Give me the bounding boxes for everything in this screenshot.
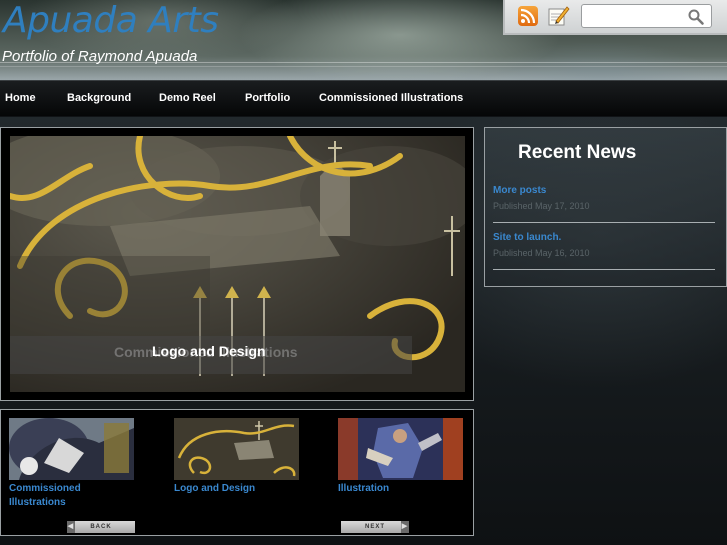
site-header: Apuada Arts Portfolio of Raymond Apuada	[0, 0, 727, 80]
next-button-label: NEXT	[364, 524, 385, 530]
back-button-label: BACK	[90, 524, 112, 530]
news-post-date: Published May 16, 2010	[493, 248, 590, 258]
thumbnail-label[interactable]: Commissioned Illustrations	[9, 482, 119, 510]
nav-item-commissioned-illustrations[interactable]: Commissioned Illustrations	[319, 92, 463, 104]
site-title[interactable]: Apuada Arts	[3, 0, 219, 41]
nav-item-background[interactable]: Background	[67, 92, 131, 104]
search-input[interactable]	[586, 8, 686, 24]
edit-icon[interactable]	[546, 4, 570, 28]
arrow-left-icon: ◀	[67, 521, 75, 533]
header-light-streak	[0, 66, 727, 67]
arrow-right-icon: ▶	[401, 521, 409, 533]
site-subtitle: Portfolio of Raymond Apuada	[2, 48, 198, 65]
recent-news-title: Recent News	[518, 142, 637, 163]
header-tools	[503, 0, 727, 35]
news-post-date: Published May 17, 2010	[493, 201, 590, 211]
thumbnail-label[interactable]: Illustration	[338, 482, 458, 496]
recent-news-panel: Recent News More posts Published May 17,…	[484, 127, 727, 287]
nav-item-home[interactable]: Home	[5, 92, 36, 104]
news-post-link[interactable]: More posts	[493, 185, 546, 196]
featured-caption[interactable]: Logo and Design	[152, 343, 266, 359]
thumbnail-commissioned-illustrations[interactable]	[9, 418, 134, 480]
main-nav: Home Background Demo Reel Portfolio Comm…	[0, 80, 727, 116]
news-post-link[interactable]: Site to launch.	[493, 232, 561, 243]
back-button[interactable]: ◀ BACK	[67, 521, 135, 533]
thumbnail-carousel: Commissioned Illustrations Logo and Desi…	[0, 409, 474, 536]
featured-slider: Commissioned Illustrations Logo and Desi…	[0, 127, 474, 401]
search-box	[581, 4, 712, 28]
thumbnail-label[interactable]: Logo and Design	[174, 482, 294, 496]
thumbnail-logo-and-design[interactable]	[174, 418, 299, 480]
rss-icon[interactable]	[518, 6, 538, 26]
next-button[interactable]: NEXT ▶	[341, 521, 409, 533]
divider	[493, 269, 715, 270]
search-icon[interactable]	[687, 8, 705, 26]
nav-item-demo-reel[interactable]: Demo Reel	[159, 92, 216, 104]
featured-image[interactable]: Commissioned Illustrations Logo and Desi…	[10, 136, 465, 392]
thumbnail-illustration[interactable]	[338, 418, 463, 480]
divider	[493, 222, 715, 223]
nav-item-portfolio[interactable]: Portfolio	[245, 92, 290, 104]
